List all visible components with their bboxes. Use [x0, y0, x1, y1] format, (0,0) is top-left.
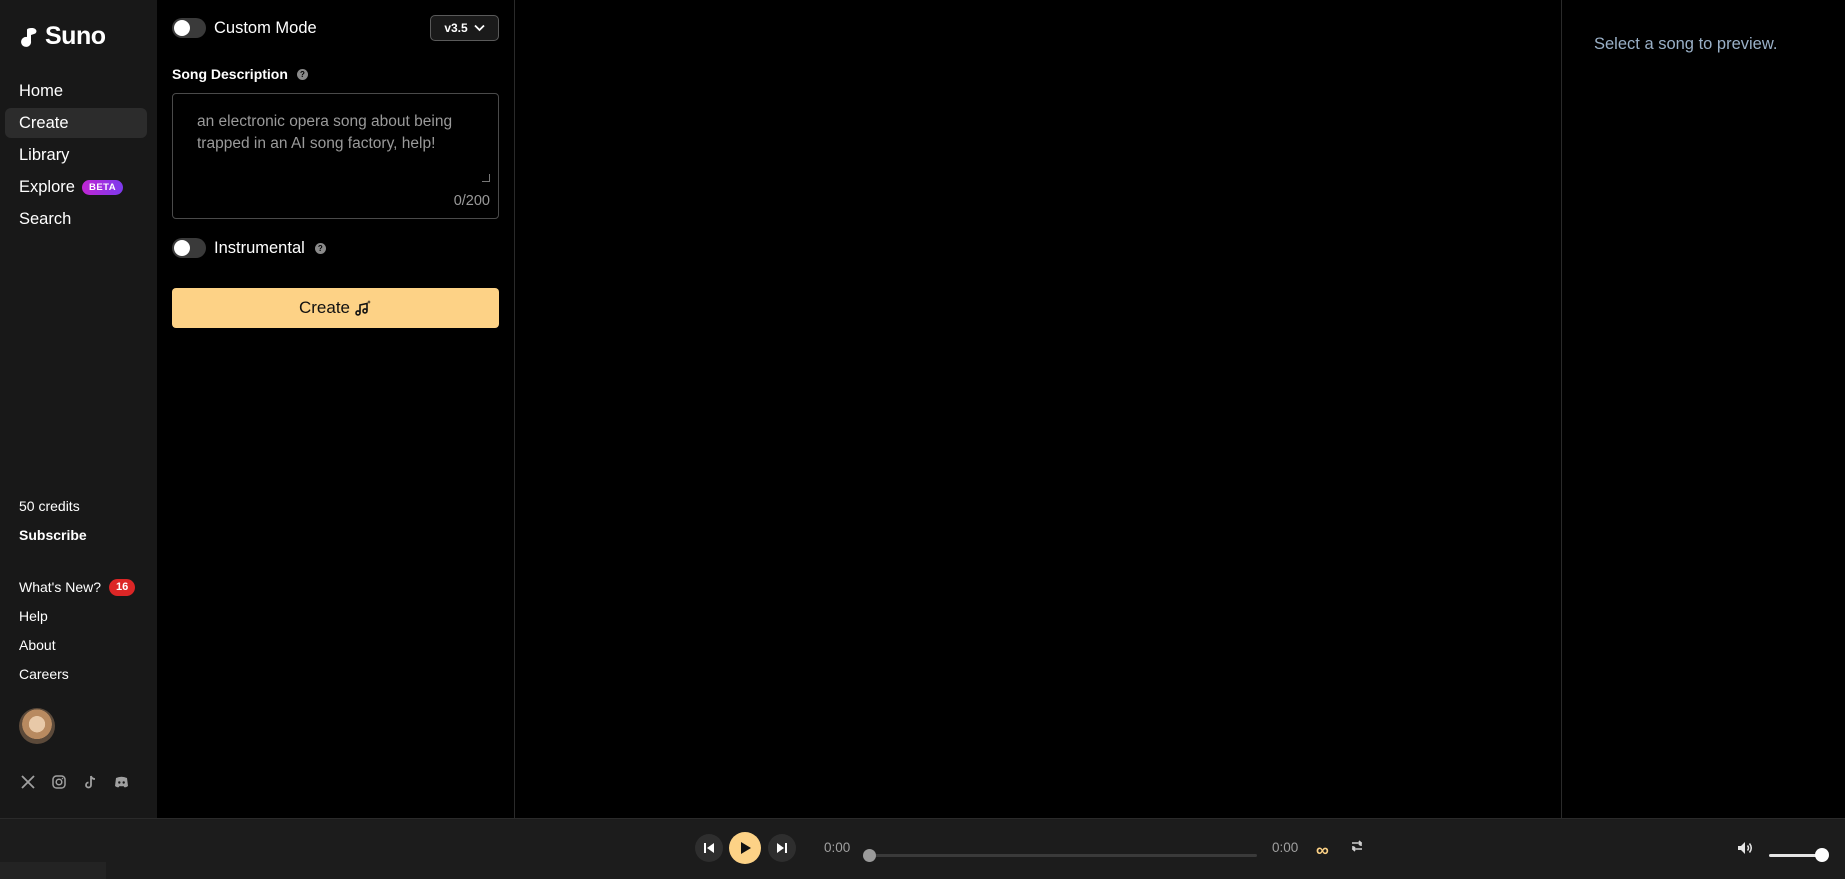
version-label: v3.5 — [444, 21, 468, 35]
next-button[interactable] — [768, 834, 796, 862]
nav-label: Search — [19, 209, 72, 228]
version-select[interactable]: v3.5 — [430, 15, 499, 41]
whats-new-label: What's New? — [19, 579, 102, 595]
avatar[interactable] — [19, 708, 55, 744]
song-description-input[interactable]: an electronic opera song about being tra… — [172, 93, 499, 219]
description-placeholder: an electronic opera song about being tra… — [197, 113, 453, 152]
progress-bar[interactable] — [863, 849, 1257, 862]
footer-corner — [0, 862, 106, 879]
chevron-down-icon — [474, 24, 485, 32]
credits-count: 50 credits — [19, 498, 80, 514]
repeat-icon[interactable] — [1348, 837, 1366, 855]
instagram-icon[interactable] — [50, 773, 68, 791]
song-description-heading: Song Description ? — [172, 66, 308, 82]
previous-button[interactable] — [695, 834, 723, 862]
nav-item-explore[interactable]: Explore BETA — [5, 172, 147, 202]
custom-mode-label: Custom Mode — [214, 18, 317, 37]
nav-item-home[interactable]: Home — [5, 76, 147, 106]
volume-thumb[interactable] — [1815, 848, 1829, 862]
subscribe-link[interactable]: Subscribe — [19, 525, 149, 545]
duration: 0:00 — [1272, 840, 1299, 855]
current-time: 0:00 — [824, 840, 851, 855]
instrumental-row: Instrumental ? — [172, 238, 326, 258]
app-name: Suno — [45, 22, 106, 50]
instrumental-toggle[interactable] — [172, 238, 206, 258]
beta-badge: BETA — [81, 179, 124, 195]
nav-label: Library — [19, 145, 70, 164]
nav-item-create[interactable]: Create — [5, 108, 147, 138]
logo[interactable]: Suno — [19, 22, 106, 51]
nav-label: Home — [19, 81, 64, 100]
discord-icon[interactable] — [112, 773, 130, 791]
progress-thumb[interactable] — [863, 849, 876, 862]
resize-handle-icon[interactable] — [482, 174, 490, 182]
nav-item-search[interactable]: Search — [5, 204, 147, 234]
social-links — [19, 773, 130, 791]
main-nav: Home Create Library Explore BETA Search — [5, 76, 147, 236]
play-icon — [740, 842, 751, 854]
nav-item-library[interactable]: Library — [5, 140, 147, 170]
create-button[interactable]: Create — [172, 288, 499, 328]
sidebar: Suno Home Create Library Explore BETA Se… — [0, 0, 157, 818]
skip-back-icon — [704, 843, 714, 853]
preview-empty-text: Select a song to preview. — [1594, 35, 1778, 53]
about-link[interactable]: About — [19, 635, 149, 655]
volume-icon[interactable] — [1736, 839, 1754, 857]
suno-logo-icon — [21, 27, 37, 47]
nav-label: Explore — [19, 177, 75, 196]
create-panel: Custom Mode v3.5 Song Description ? an e… — [157, 0, 515, 818]
custom-mode-row: Custom Mode — [172, 18, 317, 38]
custom-mode-toggle[interactable] — [172, 18, 206, 38]
sidebar-footer: 50 credits Subscribe What's New? 16 Help… — [19, 496, 149, 693]
play-button[interactable] — [729, 832, 761, 864]
help-icon[interactable]: ? — [314, 242, 326, 254]
nav-label: Create — [19, 113, 69, 132]
footer-links: What's New? 16 Help About Careers — [19, 577, 149, 684]
tiktok-icon[interactable] — [81, 773, 99, 791]
notification-count-badge: 16 — [109, 578, 136, 596]
skip-forward-icon — [777, 843, 787, 853]
whats-new-link[interactable]: What's New? 16 — [19, 577, 149, 597]
player-bar: 0:00 0:00 ∞ — [0, 818, 1845, 879]
help-icon[interactable]: ? — [296, 68, 308, 80]
infinity-icon[interactable]: ∞ — [1316, 840, 1329, 861]
x-icon[interactable] — [19, 773, 37, 791]
preview-panel: Select a song to preview. — [1561, 0, 1845, 818]
instrumental-label: Instrumental — [214, 238, 305, 257]
careers-link[interactable]: Careers — [19, 664, 149, 684]
music-note-sparkle-icon — [355, 300, 372, 316]
character-count: 0/200 — [453, 193, 490, 209]
song-description-label: Song Description — [172, 66, 288, 82]
create-button-label: Create — [298, 298, 351, 317]
help-link[interactable]: Help — [19, 606, 149, 626]
